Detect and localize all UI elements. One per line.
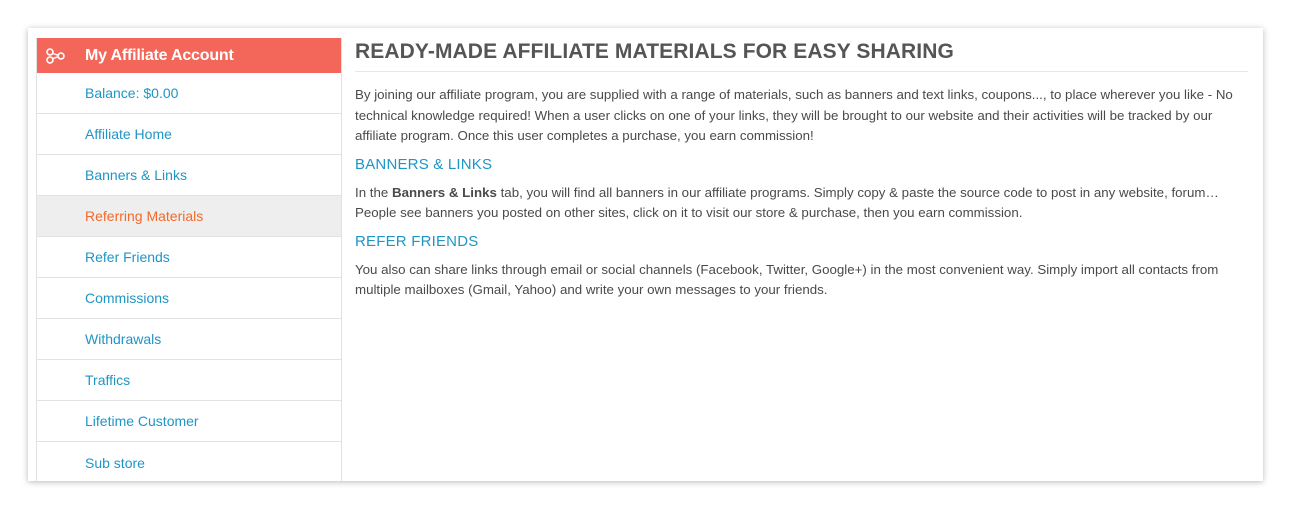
sidebar-item-refer-friends[interactable]: Refer Friends [37, 237, 341, 278]
sidebar: My Affiliate Account Balance: $0.00 Affil… [36, 38, 342, 481]
affiliate-panel: My Affiliate Account Balance: $0.00 Affil… [28, 28, 1263, 481]
sidebar-item-commissions[interactable]: Commissions [37, 278, 341, 319]
sidebar-menu: Balance: $0.00 Affiliate Home Banners & Li… [37, 73, 341, 481]
sidebar-title: My Affiliate Account [85, 47, 234, 64]
sidebar-item-traffics[interactable]: Traffics [37, 360, 341, 401]
banners-tab-name: Banners & Links [391, 184, 497, 200]
page-title: READY-MADE AFFILIATE MATERIALS FOR EASY … [355, 38, 1248, 72]
sidebar-header: My Affiliate Account [37, 38, 341, 73]
sidebar-item-banners-links[interactable]: Banners & Links [37, 155, 341, 196]
affiliate-network-icon [37, 38, 75, 73]
banners-links-paragraph: In the Banners & Links tab, you will fin… [355, 183, 1248, 224]
sidebar-item-lifetime-customer[interactable]: Lifetime Customer [37, 401, 341, 442]
section-heading-refer-friends: REFER FRIENDS [355, 232, 479, 250]
main-content: READY-MADE AFFILIATE MATERIALS FOR EASY … [355, 38, 1248, 301]
sidebar-item-referring-materials[interactable]: Referring Materials [37, 196, 341, 237]
sidebar-item-affiliate-home[interactable]: Affiliate Home [37, 114, 341, 155]
sidebar-item-balance-0-00[interactable]: Balance: $0.00 [37, 73, 341, 114]
section-heading-banners-links: BANNERS & LINKS [355, 155, 493, 173]
sidebar-item-withdrawals[interactable]: Withdrawals [37, 319, 341, 360]
sidebar-item-sub-store[interactable]: Sub store [37, 442, 341, 481]
intro-paragraph: By joining our affiliate program, you ar… [355, 87, 1233, 143]
banners-text-before: In the [355, 184, 392, 200]
refer-friends-paragraph: You also can share links through email o… [355, 261, 1219, 298]
